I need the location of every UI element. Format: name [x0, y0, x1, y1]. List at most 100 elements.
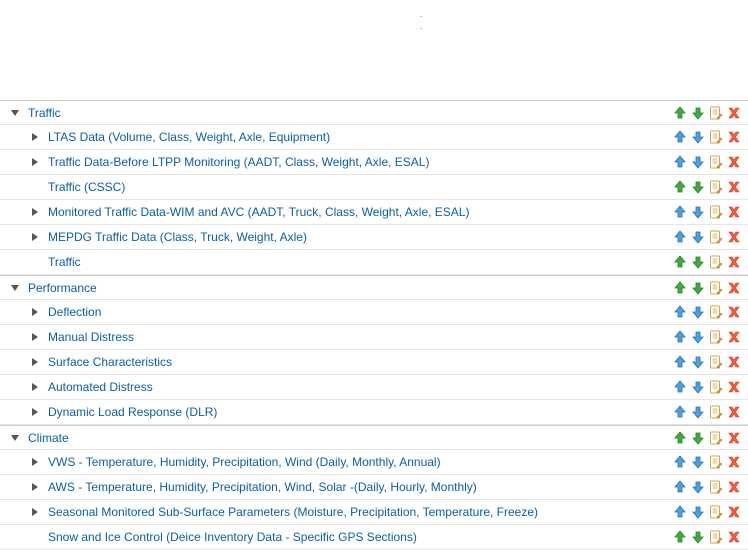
- move-up-icon[interactable]: [672, 304, 688, 320]
- delete-icon[interactable]: [726, 154, 742, 170]
- tree-item-link[interactable]: Traffic (CSSC): [48, 180, 125, 194]
- expand-toggle[interactable]: [28, 405, 42, 419]
- delete-icon[interactable]: [726, 504, 742, 520]
- expand-toggle[interactable]: [28, 155, 42, 169]
- delete-icon[interactable]: [726, 430, 742, 446]
- delete-icon[interactable]: [726, 479, 742, 495]
- delete-icon[interactable]: [726, 254, 742, 270]
- move-up-icon[interactable]: [672, 280, 688, 296]
- expand-toggle[interactable]: [28, 305, 42, 319]
- delete-icon[interactable]: [726, 129, 742, 145]
- move-down-icon[interactable]: [690, 105, 706, 121]
- edit-icon[interactable]: [708, 329, 724, 345]
- move-down-icon[interactable]: [690, 254, 706, 270]
- move-down-icon[interactable]: [690, 354, 706, 370]
- edit-icon[interactable]: [708, 105, 724, 121]
- collapse-toggle[interactable]: [8, 281, 22, 295]
- edit-icon[interactable]: [708, 229, 724, 245]
- move-down-icon[interactable]: [690, 329, 706, 345]
- delete-icon[interactable]: [726, 179, 742, 195]
- edit-icon[interactable]: [708, 454, 724, 470]
- move-down-icon[interactable]: [690, 430, 706, 446]
- move-down-icon[interactable]: [690, 304, 706, 320]
- move-up-icon[interactable]: [672, 454, 688, 470]
- move-up-icon[interactable]: [672, 354, 688, 370]
- edit-icon[interactable]: [708, 404, 724, 420]
- move-up-icon[interactable]: [672, 479, 688, 495]
- tree-section-link[interactable]: Climate: [28, 431, 69, 445]
- edit-icon[interactable]: [708, 204, 724, 220]
- delete-icon[interactable]: [726, 354, 742, 370]
- expand-toggle[interactable]: [28, 380, 42, 394]
- move-up-icon[interactable]: [672, 154, 688, 170]
- edit-icon[interactable]: [708, 354, 724, 370]
- edit-icon[interactable]: [708, 430, 724, 446]
- delete-icon[interactable]: [726, 105, 742, 121]
- tree-item-link[interactable]: Monitored Traffic Data-WIM and AVC (AADT…: [48, 205, 469, 219]
- expand-toggle[interactable]: [28, 330, 42, 344]
- delete-icon[interactable]: [726, 204, 742, 220]
- edit-icon[interactable]: [708, 254, 724, 270]
- move-up-icon[interactable]: [672, 129, 688, 145]
- move-up-icon[interactable]: [672, 229, 688, 245]
- move-down-icon[interactable]: [690, 280, 706, 296]
- edit-icon[interactable]: [708, 504, 724, 520]
- expand-toggle[interactable]: [28, 455, 42, 469]
- move-down-icon[interactable]: [690, 129, 706, 145]
- move-up-icon[interactable]: [672, 179, 688, 195]
- move-down-icon[interactable]: [690, 229, 706, 245]
- move-down-icon[interactable]: [690, 154, 706, 170]
- move-up-icon[interactable]: [672, 329, 688, 345]
- edit-icon[interactable]: [708, 304, 724, 320]
- delete-icon[interactable]: [726, 379, 742, 395]
- delete-icon[interactable]: [726, 304, 742, 320]
- move-up-icon[interactable]: [672, 254, 688, 270]
- tree-item-link[interactable]: Traffic: [48, 255, 81, 269]
- edit-icon[interactable]: [708, 179, 724, 195]
- tree-item-link[interactable]: MEPDG Traffic Data (Class, Truck, Weight…: [48, 230, 307, 244]
- tree-item-link[interactable]: Surface Characteristics: [48, 355, 172, 369]
- expand-toggle[interactable]: [28, 480, 42, 494]
- move-down-icon[interactable]: [690, 379, 706, 395]
- move-up-icon[interactable]: [672, 504, 688, 520]
- delete-icon[interactable]: [726, 229, 742, 245]
- collapse-toggle[interactable]: [8, 431, 22, 445]
- edit-icon[interactable]: [708, 280, 724, 296]
- move-up-icon[interactable]: [672, 404, 688, 420]
- tree-item-link[interactable]: Deflection: [48, 305, 101, 319]
- delete-icon[interactable]: [726, 280, 742, 296]
- tree-item-link[interactable]: LTAS Data (Volume, Class, Weight, Axle, …: [48, 130, 330, 144]
- expand-toggle[interactable]: [28, 355, 42, 369]
- collapse-toggle[interactable]: [8, 106, 22, 120]
- move-down-icon[interactable]: [690, 454, 706, 470]
- expand-toggle[interactable]: [28, 230, 42, 244]
- tree-item-link[interactable]: Snow and Ice Control (Deice Inventory Da…: [48, 530, 417, 544]
- tree-item-link[interactable]: Dynamic Load Response (DLR): [48, 405, 217, 419]
- tree-section-link[interactable]: Performance: [28, 281, 97, 295]
- edit-icon[interactable]: [708, 129, 724, 145]
- edit-icon[interactable]: [708, 379, 724, 395]
- move-up-icon[interactable]: [672, 105, 688, 121]
- edit-icon[interactable]: [708, 154, 724, 170]
- move-up-icon[interactable]: [672, 430, 688, 446]
- expand-toggle[interactable]: [28, 130, 42, 144]
- move-down-icon[interactable]: [690, 479, 706, 495]
- delete-icon[interactable]: [726, 329, 742, 345]
- tree-section-link[interactable]: Traffic: [28, 106, 61, 120]
- delete-icon[interactable]: [726, 454, 742, 470]
- move-up-icon[interactable]: [672, 204, 688, 220]
- move-up-icon[interactable]: [672, 379, 688, 395]
- edit-icon[interactable]: [708, 479, 724, 495]
- move-down-icon[interactable]: [690, 204, 706, 220]
- expand-toggle[interactable]: [28, 505, 42, 519]
- move-down-icon[interactable]: [690, 504, 706, 520]
- tree-item-link[interactable]: Seasonal Monitored Sub-Surface Parameter…: [48, 505, 538, 519]
- move-down-icon[interactable]: [690, 404, 706, 420]
- expand-toggle[interactable]: [28, 205, 42, 219]
- delete-icon[interactable]: [726, 404, 742, 420]
- tree-item-link[interactable]: Manual Distress: [48, 330, 134, 344]
- tree-item-link[interactable]: Traffic Data-Before LTPP Monitoring (AAD…: [48, 155, 429, 169]
- tree-item-link[interactable]: Automated Distress: [48, 380, 153, 394]
- tree-item-link[interactable]: AWS - Temperature, Humidity, Precipitati…: [48, 480, 477, 494]
- move-down-icon[interactable]: [690, 179, 706, 195]
